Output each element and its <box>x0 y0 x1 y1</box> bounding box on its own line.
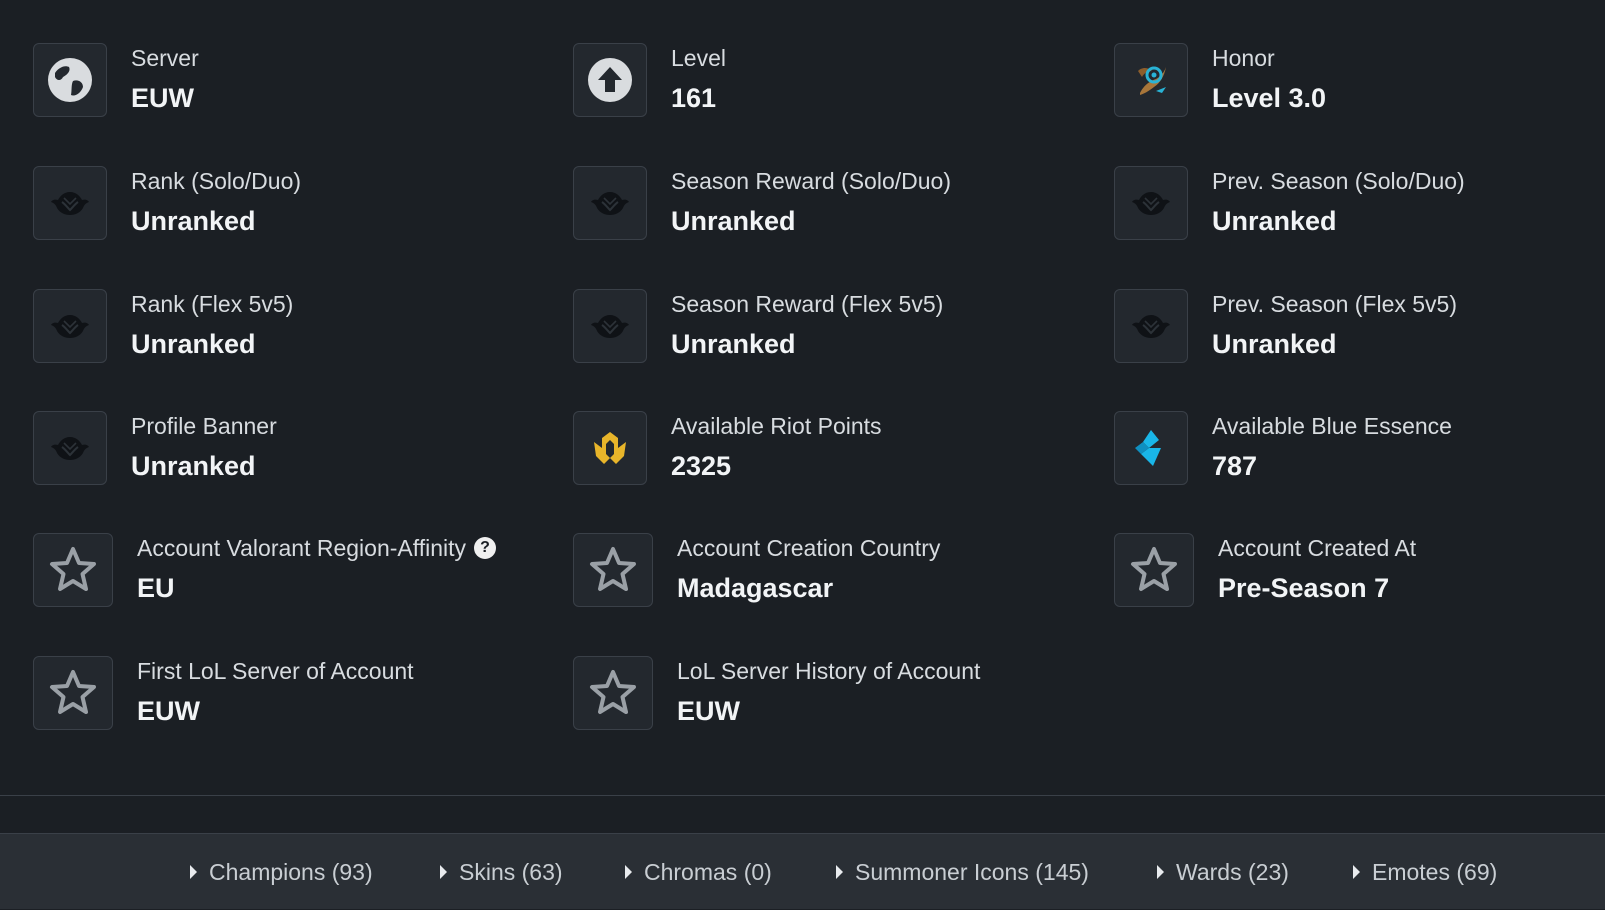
stat-created-at: Account Created At Pre-Season 7 <box>1114 532 1416 608</box>
tab-wards-label: Wards (23) <box>1176 858 1289 885</box>
help-icon[interactable]: ? <box>474 537 496 559</box>
level-value: 161 <box>671 83 717 113</box>
season-reward-flex-value: Unranked <box>671 329 796 359</box>
stat-prev-season-flex: Prev. Season (Flex 5v5) Unranked <box>1114 288 1457 364</box>
tab-skins[interactable]: Skins (63) <box>440 834 563 910</box>
honor-label: Honor <box>1212 45 1275 71</box>
stat-rank-solo: Rank (Solo/Duo) Unranked <box>33 165 301 241</box>
rank-flex-value: Unranked <box>131 329 256 359</box>
unranked-crest-icon <box>573 166 647 240</box>
server-label: Server <box>131 45 199 71</box>
stat-blue-essence: Available Blue Essence 787 <box>1114 410 1452 486</box>
unranked-crest-icon <box>33 411 107 485</box>
level-label: Level <box>671 45 726 71</box>
valorant-region-value: EU <box>137 573 175 603</box>
tab-wards[interactable]: Wards (23) <box>1157 834 1289 910</box>
star-icon <box>573 656 653 730</box>
star-icon <box>33 533 113 607</box>
rank-flex-label: Rank (Flex 5v5) <box>131 291 294 317</box>
stat-server-history: LoL Server History of Account EUW <box>573 655 980 731</box>
star-icon <box>1114 533 1194 607</box>
stat-season-reward-solo: Season Reward (Solo/Duo) Unranked <box>573 165 951 241</box>
valorant-region-label: Account Valorant Region-Affinity <box>137 535 466 561</box>
stat-riot-points: Available Riot Points 2325 <box>573 410 882 486</box>
stat-honor: Honor Level 3.0 <box>1114 42 1326 118</box>
collection-tabs: Champions (93) Skins (63) Chromas (0) Su… <box>0 833 1605 909</box>
caret-right-icon <box>440 865 447 879</box>
profile-banner-label: Profile Banner <box>131 413 277 439</box>
stat-creation-country: Account Creation Country Madagascar <box>573 532 940 608</box>
stat-server: Server EUW <box>33 42 199 118</box>
tab-summoner-icons-label: Summoner Icons (145) <box>855 858 1089 885</box>
server-history-value: EUW <box>677 696 740 726</box>
tab-skins-label: Skins (63) <box>459 858 563 885</box>
prev-season-flex-value: Unranked <box>1212 329 1337 359</box>
stat-season-reward-flex: Season Reward (Flex 5v5) Unranked <box>573 288 943 364</box>
tab-emotes-label: Emotes (69) <box>1372 858 1498 885</box>
stat-level: Level 161 <box>573 42 726 118</box>
blue-essence-label: Available Blue Essence <box>1212 413 1452 439</box>
stat-rank-flex: Rank (Flex 5v5) Unranked <box>33 288 293 364</box>
star-icon <box>573 533 653 607</box>
valorant-region-label-row: Account Valorant Region-Affinity ? <box>137 534 496 562</box>
caret-right-icon <box>1353 865 1360 879</box>
prev-season-solo-label: Prev. Season (Solo/Duo) <box>1212 168 1465 194</box>
section-divider <box>0 795 1605 796</box>
season-reward-flex-label: Season Reward (Flex 5v5) <box>671 291 944 317</box>
created-at-value: Pre-Season 7 <box>1218 573 1390 603</box>
riot-points-label: Available Riot Points <box>671 413 882 439</box>
first-server-label: First LoL Server of Account <box>137 658 414 684</box>
unranked-crest-icon <box>573 289 647 363</box>
caret-right-icon <box>625 865 632 879</box>
stat-profile-banner: Profile Banner Unranked <box>33 410 277 486</box>
caret-right-icon <box>836 865 843 879</box>
account-stats-grid: Server EUW Level 161 Honor Level 3.0 Ran… <box>0 0 1605 795</box>
unranked-crest-icon <box>1114 166 1188 240</box>
unranked-crest-icon <box>1114 289 1188 363</box>
profile-banner-value: Unranked <box>131 451 256 481</box>
tab-champions-label: Champions (93) <box>209 858 373 885</box>
server-value: EUW <box>131 83 194 113</box>
tab-champions[interactable]: Champions (93) <box>190 834 373 910</box>
stat-prev-season-solo: Prev. Season (Solo/Duo) Unranked <box>1114 165 1465 241</box>
prev-season-solo-value: Unranked <box>1212 206 1337 236</box>
tab-emotes[interactable]: Emotes (69) <box>1353 834 1497 910</box>
created-at-label: Account Created At <box>1218 535 1417 561</box>
rank-solo-value: Unranked <box>131 206 256 236</box>
unranked-crest-icon <box>33 289 107 363</box>
stat-first-server: First LoL Server of Account EUW <box>33 655 414 731</box>
creation-country-value: Madagascar <box>677 573 834 603</box>
stat-valorant-region: Account Valorant Region-Affinity ? EU <box>33 532 496 608</box>
riot-points-value: 2325 <box>671 451 732 481</box>
honor-value: Level 3.0 <box>1212 83 1327 113</box>
rank-solo-label: Rank (Solo/Duo) <box>131 168 302 194</box>
level-up-arrow-icon <box>573 43 647 117</box>
blue-essence-icon <box>1114 411 1188 485</box>
tab-chromas-label: Chromas (0) <box>644 858 772 885</box>
star-icon <box>33 656 113 730</box>
tab-chromas[interactable]: Chromas (0) <box>625 834 772 910</box>
prev-season-flex-label: Prev. Season (Flex 5v5) <box>1212 291 1458 317</box>
honor-emblem-icon <box>1114 43 1188 117</box>
unranked-crest-icon <box>33 166 107 240</box>
globe-icon <box>33 43 107 117</box>
caret-right-icon <box>190 865 197 879</box>
riot-points-icon <box>573 411 647 485</box>
caret-right-icon <box>1157 865 1164 879</box>
blue-essence-value: 787 <box>1212 451 1258 481</box>
tab-summoner-icons[interactable]: Summoner Icons (145) <box>836 834 1089 910</box>
season-reward-solo-label: Season Reward (Solo/Duo) <box>671 168 951 194</box>
season-reward-solo-value: Unranked <box>671 206 796 236</box>
first-server-value: EUW <box>137 696 200 726</box>
server-history-label: LoL Server History of Account <box>677 658 981 684</box>
creation-country-label: Account Creation Country <box>677 535 941 561</box>
